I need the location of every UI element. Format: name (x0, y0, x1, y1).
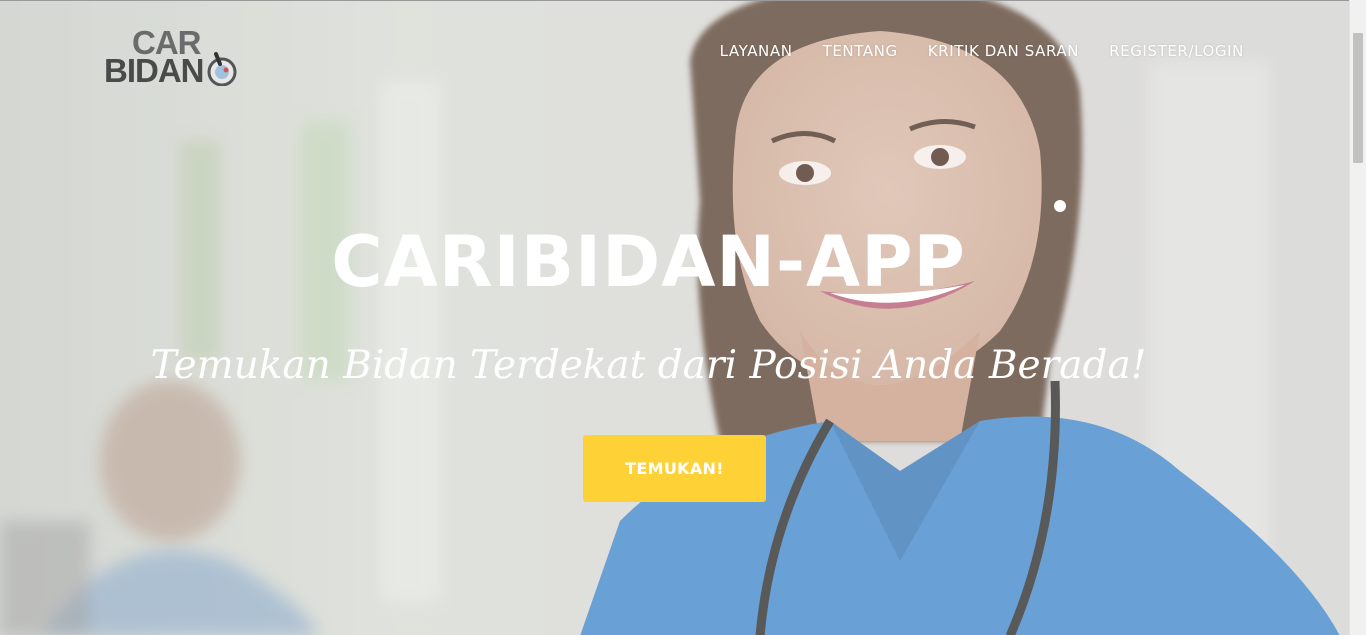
hero-background-photo (0, 1, 1349, 635)
hero-title: CARIBIDAN-APP (331, 221, 966, 303)
main-nav: LAYANAN TENTANG KRITIK DAN SARAN REGISTE… (720, 42, 1244, 60)
page-scrollbar[interactable] (1349, 0, 1366, 635)
magnifier-logo-icon (207, 52, 237, 86)
nav-item-register-login[interactable]: REGISTER/LOGIN (1109, 42, 1244, 60)
temukan-button[interactable]: TEMUKAN! (583, 435, 766, 502)
nav-item-kritik-dan-saran[interactable]: KRITIK DAN SARAN (928, 42, 1079, 60)
nav-item-layanan[interactable]: LAYANAN (720, 42, 793, 60)
site-logo[interactable]: CAR BIDAN (104, 26, 244, 88)
logo-text-bottom: BIDAN (104, 52, 204, 89)
hero-section: CAR BIDAN LAYANAN TENTANG KRITIK DAN SAR… (0, 0, 1349, 635)
nav-item-tentang[interactable]: TENTANG (823, 42, 898, 60)
hero-subtitle: Temukan Bidan Terdekat dari Posisi Anda … (150, 343, 1147, 388)
scrollbar-thumb[interactable] (1353, 33, 1363, 163)
